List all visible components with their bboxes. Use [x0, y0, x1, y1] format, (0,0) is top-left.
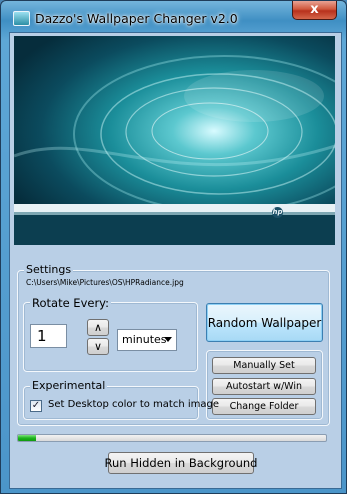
change-folder-button[interactable]: Change Folder	[212, 398, 316, 415]
client-area: hp Settings C:\Users\Mike\Pictures\OS\HP…	[9, 32, 342, 489]
hp-logo: hp	[272, 207, 283, 218]
window-title: Dazzo's Wallpaper Changer v2.0	[35, 11, 238, 26]
app-window: Dazzo's Wallpaper Changer v2.0 x hp Sett…	[0, 0, 347, 494]
rotate-every-legend: Rotate Every:	[30, 296, 112, 310]
progress-fill	[18, 435, 37, 441]
change-folder-label: Change Folder	[229, 401, 299, 412]
rotate-interval-input[interactable]: 1	[30, 324, 67, 348]
random-wallpaper-button[interactable]: Random Wallpaper	[206, 303, 323, 342]
dropdown-arrow-icon	[164, 337, 172, 342]
experimental-legend: Experimental	[30, 379, 108, 392]
interval-down-button[interactable]: ∨	[87, 338, 109, 355]
chevron-up-icon: ∧	[93, 321, 103, 334]
settings-legend: Settings	[24, 263, 74, 276]
title-bar[interactable]: Dazzo's Wallpaper Changer v2.0 x	[1, 1, 346, 31]
autostart-button[interactable]: Autostart w/Win	[212, 378, 316, 395]
wallpaper-swirl-graphic	[14, 55, 335, 245]
match-color-label[interactable]: Set Desktop color to match image	[48, 399, 219, 410]
match-color-checkbox[interactable]: ✓	[30, 400, 42, 412]
interval-unit-value: minutes	[122, 333, 167, 346]
run-hidden-button[interactable]: Run Hidden in Background	[105, 452, 257, 474]
interval-up-button[interactable]: ∧	[87, 319, 109, 336]
manually-set-label: Manually Set	[233, 360, 295, 371]
autostart-label: Autostart w/Win	[225, 381, 303, 392]
manually-set-button[interactable]: Manually Set	[212, 357, 316, 374]
interval-unit-select[interactable]: minutes	[117, 329, 177, 351]
random-wallpaper-label: Random Wallpaper	[207, 315, 322, 330]
progress-bar	[17, 434, 327, 442]
chevron-down-icon: ∨	[93, 340, 103, 353]
close-button[interactable]: x	[292, 1, 337, 20]
app-icon	[13, 11, 30, 26]
close-icon: x	[310, 2, 319, 17]
run-hidden-label: Run Hidden in Background	[104, 456, 258, 470]
wallpaper-preview: hp	[14, 36, 335, 245]
hp-logo-text: hp	[272, 208, 283, 216]
checkmark-icon: ✓	[31, 400, 41, 411]
wallpaper-path-label: C:\Users\Mike\Pictures\OS\HPRadiance.jpg	[26, 278, 184, 287]
